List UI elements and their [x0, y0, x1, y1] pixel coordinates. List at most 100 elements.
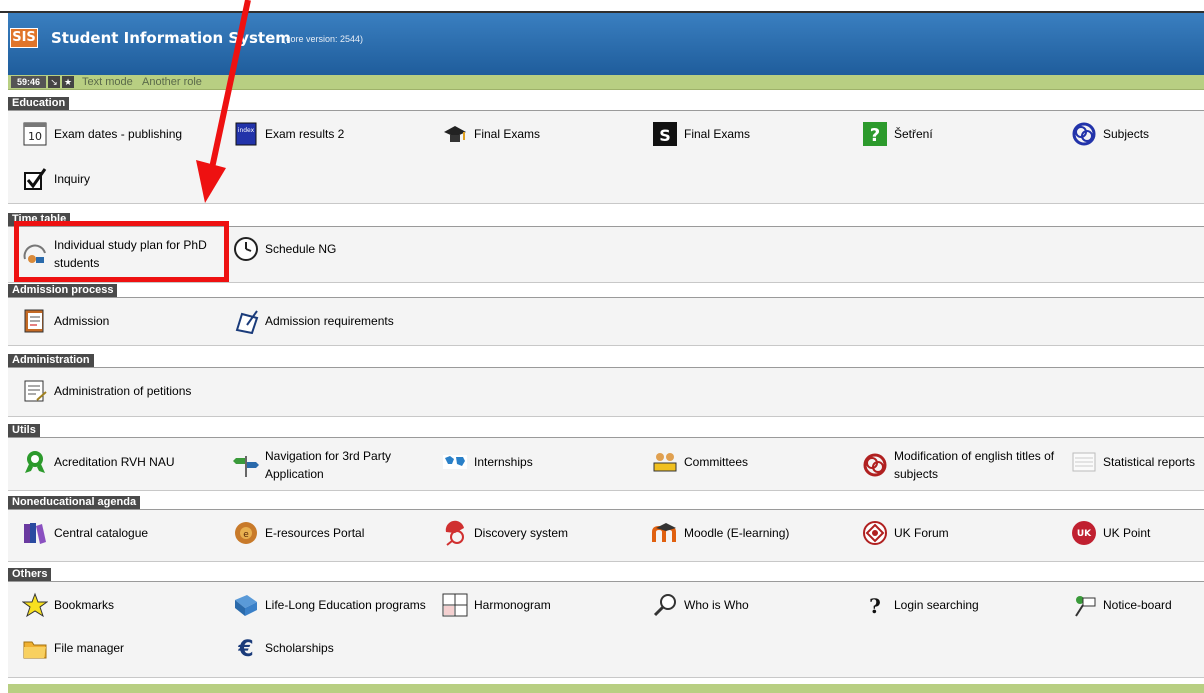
core-version: (core version: 2544) [283, 34, 364, 44]
menu-item-label: Statistical reports [1103, 455, 1196, 469]
menu-item-label: Central catalogue [54, 526, 149, 540]
menu-item-exam-results[interactable]: index Exam results 2 [233, 121, 344, 147]
petition-document-icon [22, 378, 48, 404]
menu-item-label: Moodle (E-learning) [684, 526, 790, 540]
notice-board-icon [1071, 592, 1097, 618]
magnifier-icon [652, 592, 678, 618]
star-icon [21, 592, 49, 618]
menu-item-label: Bookmarks [54, 598, 115, 612]
world-map-icon [442, 449, 468, 475]
menu-item-label: E-resources Portal [265, 526, 365, 540]
menu-item-lifelong-education[interactable]: Life-Long Education programs [233, 592, 426, 618]
menu-item-who-is-who[interactable]: Who is Who [652, 592, 749, 618]
svg-text:10: 10 [28, 130, 42, 143]
section-utils-label: Utils [8, 424, 40, 437]
menu-item-label: UK Forum [894, 526, 949, 540]
menu-item-label: Internships [474, 455, 533, 469]
menu-item-acreditation[interactable]: Acreditation RVH NAU [22, 449, 175, 475]
section-education-label: Education [8, 97, 70, 110]
moodle-icon [652, 520, 678, 546]
menu-item-final-exams-1[interactable]: Final Exams [442, 121, 540, 147]
menu-item-e-resources[interactable]: e E-resources Portal [233, 520, 364, 546]
pen-paper-icon [233, 308, 259, 335]
section-admission-label: Admission process [8, 284, 118, 297]
section-noneducational [8, 509, 1204, 562]
menu-item-label: Final Exams [474, 127, 541, 141]
menu-item-inquiry[interactable]: Inquiry [22, 166, 90, 192]
menu-item-label: Šetření [894, 127, 933, 141]
menu-item-label: Notice-board [1103, 598, 1172, 612]
sis-logo[interactable]: SIS [10, 28, 38, 48]
menu-item-label: Inquiry [54, 172, 91, 186]
signpost-icon [233, 452, 259, 478]
clock-icon [233, 236, 259, 262]
menu-item-central-catalogue[interactable]: Central catalogue [22, 520, 148, 546]
menu-item-discovery[interactable]: Discovery system [442, 520, 568, 546]
subjects-knot-icon [1071, 121, 1097, 147]
menu-item-label: Committees [684, 455, 749, 469]
footer-bar [8, 684, 1204, 693]
section-education [8, 110, 1204, 204]
admission-form-icon [22, 308, 48, 334]
menu-item-label: Exam dates - publishing [54, 127, 183, 141]
svg-text:UK: UK [1077, 529, 1092, 539]
euro-icon: € [233, 635, 259, 662]
menu-item-label: Harmonogram [474, 598, 551, 612]
menu-item-internships[interactable]: Internships [442, 449, 533, 475]
menu-item-label: Login searching [894, 598, 979, 612]
highlight-box [14, 221, 229, 282]
menu-item-navigation-3rd-party[interactable]: Navigation for 3rd Party Application [233, 447, 433, 483]
minimize-arrow-icon[interactable]: ↘ [48, 76, 60, 88]
menu-item-label: UK Point [1103, 526, 1151, 540]
menu-item-file-manager[interactable]: File manager [22, 635, 124, 661]
menu-item-admission[interactable]: Admission [22, 308, 109, 334]
books-icon [22, 520, 48, 546]
uk-forum-icon [862, 520, 888, 546]
svg-text:index: index [238, 127, 255, 134]
report-sheet-icon [1071, 449, 1097, 475]
menu-item-english-titles[interactable]: Modification of english titles of subjec… [862, 447, 1062, 483]
section-others [8, 581, 1204, 678]
menu-item-moodle[interactable]: Moodle (E-learning) [652, 520, 789, 546]
menu-item-admission-requirements[interactable]: Admission requirements [233, 308, 394, 335]
menu-item-petitions[interactable]: Administration of petitions [22, 378, 191, 404]
menu-item-exam-dates[interactable]: 10 Exam dates - publishing [22, 121, 182, 147]
svg-text:S: S [659, 126, 671, 145]
menu-item-label: Admission requirements [265, 314, 394, 328]
knot-red-icon [862, 452, 888, 478]
menu-item-harmonogram[interactable]: Harmonogram [442, 592, 551, 618]
session-timer: 59:46 [11, 76, 46, 88]
index-book-icon: index [233, 121, 259, 147]
menu-item-setreni[interactable]: ? Šetření [862, 121, 933, 147]
svg-text:€: € [237, 637, 253, 661]
menu-item-scholarships[interactable]: € Scholarships [233, 635, 333, 662]
svg-text:e: e [243, 530, 249, 540]
e-resources-icon: e [233, 520, 259, 546]
svg-text:?: ? [870, 125, 880, 146]
another-role-link[interactable]: Another role [142, 75, 202, 89]
menu-item-label: Subjects [1103, 127, 1150, 141]
text-mode-link[interactable]: Text mode [82, 75, 133, 89]
svg-text:?: ? [869, 594, 881, 618]
menu-item-label: Acreditation RVH NAU [54, 455, 175, 469]
uk-point-icon: UK [1071, 520, 1097, 546]
checkbox-icon [22, 166, 48, 192]
menu-item-notice-board[interactable]: Notice-board [1071, 592, 1172, 618]
menu-item-committees[interactable]: Committees [652, 449, 748, 475]
menu-item-statistical-reports[interactable]: Statistical reports [1071, 449, 1195, 475]
menu-item-label: Administration of petitions [54, 384, 192, 398]
lifelong-book-icon [233, 592, 259, 618]
app-title[interactable]: Student Information System [51, 29, 291, 47]
menu-item-uk-forum[interactable]: UK Forum [862, 520, 949, 546]
favorite-star-icon[interactable]: ★ [62, 76, 74, 88]
section-administration-label: Administration [8, 354, 94, 367]
menu-item-login-searching[interactable]: ? Login searching [862, 592, 979, 618]
menu-item-subjects[interactable]: Subjects [1071, 121, 1149, 147]
menu-item-uk-point[interactable]: UK UK Point [1071, 520, 1150, 546]
menu-item-bookmarks[interactable]: Bookmarks [21, 592, 115, 618]
menu-item-final-exams-2[interactable]: S Final Exams [652, 121, 750, 147]
final-exams-sf-icon: S [652, 121, 678, 147]
menu-item-schedule-ng[interactable]: Schedule NG [233, 236, 336, 262]
toolbar: 59:46 ↘ ★ Text mode Another role [8, 75, 1204, 90]
menu-item-label: Who is Who [684, 598, 749, 612]
